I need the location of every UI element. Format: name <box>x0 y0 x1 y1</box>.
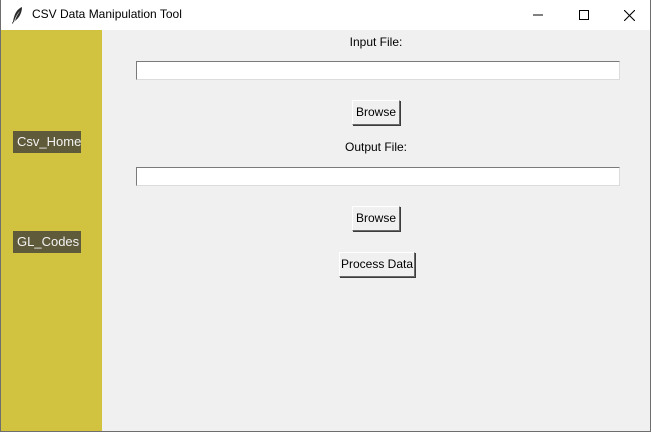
minimize-icon <box>533 14 543 16</box>
browse-output-button[interactable]: Browse <box>352 206 400 231</box>
sidebar: Csv_Home GL_Codes <box>1 30 102 431</box>
window-title: CSV Data Manipulation Tool <box>32 7 182 21</box>
minimize-button[interactable] <box>515 0 561 30</box>
sidebar-item-csv-home[interactable]: Csv_Home <box>13 131 81 153</box>
browse-input-button[interactable]: Browse <box>352 100 400 125</box>
input-file-field[interactable] <box>136 61 620 80</box>
close-button[interactable] <box>606 0 651 30</box>
maximize-button[interactable] <box>561 0 607 30</box>
output-file-field[interactable] <box>136 167 620 186</box>
process-data-button[interactable]: Process Data <box>339 252 415 277</box>
main-panel: Input File: Browse Output File: Browse P… <box>102 30 650 431</box>
close-icon <box>623 9 635 21</box>
sidebar-item-gl-codes[interactable]: GL_Codes <box>13 231 81 253</box>
feather-icon <box>12 7 22 24</box>
input-file-label: Input File: <box>349 35 403 49</box>
app-window: CSV Data Manipulation Tool Csv_Home GL_C… <box>0 0 651 432</box>
maximize-icon <box>579 10 589 20</box>
output-file-label: Output File: <box>344 140 408 154</box>
title-bar[interactable]: CSV Data Manipulation Tool <box>1 0 650 30</box>
